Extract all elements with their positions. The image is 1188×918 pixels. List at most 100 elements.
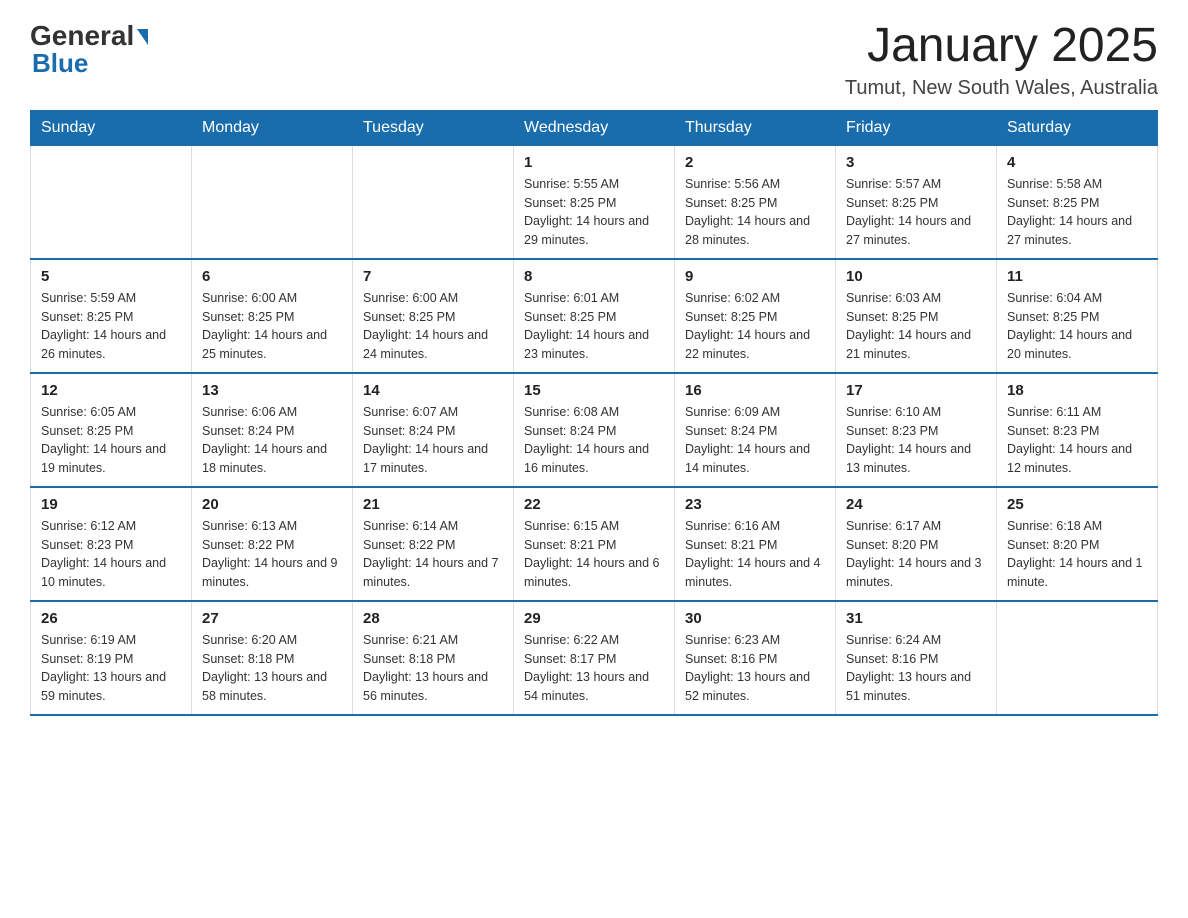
day-info: Sunrise: 6:00 AMSunset: 8:25 PMDaylight:… [363,289,503,364]
calendar-cell: 3 Sunrise: 5:57 AMSunset: 8:25 PMDaylight… [836,145,997,259]
day-info: Sunrise: 5:58 AMSunset: 8:25 PMDaylight:… [1007,175,1147,250]
day-info: Sunrise: 6:14 AMSunset: 8:22 PMDaylight:… [363,517,503,592]
calendar-cell: 28 Sunrise: 6:21 AMSunset: 8:18 PMDayligh… [353,601,514,715]
calendar-table: SundayMondayTuesdayWednesdayThursdayFrid… [30,110,1158,716]
page-header: General Blue January 2025 Tumut, New Sou… [30,20,1158,100]
day-number: 14 [363,382,503,399]
calendar-cell: 31Sunrise: 6:24 AMSunset: 8:16 PMDayligh… [836,601,997,715]
day-info: Sunrise: 6:01 AMSunset: 8:25 PMDaylight:… [524,289,664,364]
calendar-cell: 30 Sunrise: 6:23 AMSunset: 8:16 PMDayligh… [675,601,836,715]
calendar-cell [353,145,514,259]
subtitle: Tumut, New South Wales, Australia [845,77,1158,100]
calendar-cell: 12 Sunrise: 6:05 AMSunset: 8:25 PMDayligh… [31,373,192,487]
day-header-saturday: Saturday [997,110,1158,145]
day-number: 21 [363,496,503,513]
calendar-cell: 15 Sunrise: 6:08 AMSunset: 8:24 PMDayligh… [514,373,675,487]
day-number: 19 [41,496,181,513]
calendar-cell: 18 Sunrise: 6:11 AMSunset: 8:23 PMDayligh… [997,373,1158,487]
day-number: 12 [41,382,181,399]
calendar-cell: 29Sunrise: 6:22 AMSunset: 8:17 PMDayligh… [514,601,675,715]
day-info: Sunrise: 6:12 AMSunset: 8:23 PMDaylight:… [41,517,181,592]
day-header-sunday: Sunday [31,110,192,145]
day-number: 6 [202,268,342,285]
day-number: 22 [524,496,664,513]
day-header-monday: Monday [192,110,353,145]
calendar-cell: 27 Sunrise: 6:20 AMSunset: 8:18 PMDayligh… [192,601,353,715]
day-header-tuesday: Tuesday [353,110,514,145]
day-info: Sunrise: 6:04 AMSunset: 8:25 PMDaylight:… [1007,289,1147,364]
calendar-week-4: 26 Sunrise: 6:19 AMSunset: 8:19 PMDayligh… [31,601,1158,715]
calendar-cell: 4 Sunrise: 5:58 AMSunset: 8:25 PMDaylight… [997,145,1158,259]
calendar-cell [192,145,353,259]
day-number: 15 [524,382,664,399]
day-info: Sunrise: 6:16 AMSunset: 8:21 PMDaylight:… [685,517,825,592]
day-number: 9 [685,268,825,285]
calendar-cell [997,601,1158,715]
calendar-cell: 10Sunrise: 6:03 AMSunset: 8:25 PMDayligh… [836,259,997,373]
calendar-cell: 26 Sunrise: 6:19 AMSunset: 8:19 PMDayligh… [31,601,192,715]
day-number: 7 [363,268,503,285]
day-number: 8 [524,268,664,285]
calendar-cell: 7 Sunrise: 6:00 AMSunset: 8:25 PMDaylight… [353,259,514,373]
day-number: 26 [41,610,181,627]
day-info: Sunrise: 6:02 AMSunset: 8:25 PMDaylight:… [685,289,825,364]
day-info: Sunrise: 6:17 AMSunset: 8:20 PMDaylight:… [846,517,986,592]
calendar-header: SundayMondayTuesdayWednesdayThursdayFrid… [31,110,1158,145]
day-info: Sunrise: 6:00 AMSunset: 8:25 PMDaylight:… [202,289,342,364]
day-number: 1 [524,154,664,171]
day-number: 24 [846,496,986,513]
title-section: January 2025 Tumut, New South Wales, Aus… [845,20,1158,100]
calendar-cell: 8 Sunrise: 6:01 AMSunset: 8:25 PMDaylight… [514,259,675,373]
day-info: Sunrise: 6:23 AMSunset: 8:16 PMDaylight:… [685,631,825,706]
day-number: 25 [1007,496,1147,513]
day-number: 13 [202,382,342,399]
calendar-body: 1 Sunrise: 5:55 AMSunset: 8:25 PMDaylight… [31,145,1158,715]
calendar-week-3: 19 Sunrise: 6:12 AMSunset: 8:23 PMDayligh… [31,487,1158,601]
calendar-cell: 22Sunrise: 6:15 AMSunset: 8:21 PMDayligh… [514,487,675,601]
day-header-wednesday: Wednesday [514,110,675,145]
day-number: 4 [1007,154,1147,171]
calendar-cell: 16Sunrise: 6:09 AMSunset: 8:24 PMDayligh… [675,373,836,487]
day-info: Sunrise: 6:11 AMSunset: 8:23 PMDaylight:… [1007,403,1147,478]
calendar-cell: 19 Sunrise: 6:12 AMSunset: 8:23 PMDayligh… [31,487,192,601]
day-number: 18 [1007,382,1147,399]
calendar-cell: 21 Sunrise: 6:14 AMSunset: 8:22 PMDayligh… [353,487,514,601]
calendar-cell: 5Sunrise: 5:59 AMSunset: 8:25 PMDaylight… [31,259,192,373]
day-number: 27 [202,610,342,627]
calendar-cell [31,145,192,259]
day-number: 20 [202,496,342,513]
logo-triangle-icon [137,29,148,45]
day-info: Sunrise: 6:03 AMSunset: 8:25 PMDaylight:… [846,289,986,364]
calendar-cell: 2Sunrise: 5:56 AMSunset: 8:25 PMDaylight… [675,145,836,259]
day-info: Sunrise: 6:09 AMSunset: 8:24 PMDaylight:… [685,403,825,478]
day-header-row: SundayMondayTuesdayWednesdayThursdayFrid… [31,110,1158,145]
day-info: Sunrise: 6:07 AMSunset: 8:24 PMDaylight:… [363,403,503,478]
day-number: 23 [685,496,825,513]
day-info: Sunrise: 6:21 AMSunset: 8:18 PMDaylight:… [363,631,503,706]
day-number: 3 [846,154,986,171]
calendar-cell: 20 Sunrise: 6:13 AMSunset: 8:22 PMDayligh… [192,487,353,601]
day-number: 5 [41,268,181,285]
day-info: Sunrise: 6:13 AMSunset: 8:22 PMDaylight:… [202,517,342,592]
day-info: Sunrise: 5:57 AMSunset: 8:25 PMDaylight:… [846,175,986,250]
day-number: 11 [1007,268,1147,285]
logo: General Blue [30,20,148,79]
calendar-cell: 17Sunrise: 6:10 AMSunset: 8:23 PMDayligh… [836,373,997,487]
calendar-cell: 9 Sunrise: 6:02 AMSunset: 8:25 PMDaylight… [675,259,836,373]
calendar-cell: 11 Sunrise: 6:04 AMSunset: 8:25 PMDayligh… [997,259,1158,373]
day-header-thursday: Thursday [675,110,836,145]
day-number: 29 [524,610,664,627]
day-info: Sunrise: 6:08 AMSunset: 8:24 PMDaylight:… [524,403,664,478]
day-number: 30 [685,610,825,627]
day-info: Sunrise: 6:06 AMSunset: 8:24 PMDaylight:… [202,403,342,478]
day-info: Sunrise: 5:56 AMSunset: 8:25 PMDaylight:… [685,175,825,250]
day-info: Sunrise: 5:55 AMSunset: 8:25 PMDaylight:… [524,175,664,250]
day-number: 31 [846,610,986,627]
day-info: Sunrise: 6:05 AMSunset: 8:25 PMDaylight:… [41,403,181,478]
logo-blue-text: Blue [32,48,88,79]
day-info: Sunrise: 6:20 AMSunset: 8:18 PMDaylight:… [202,631,342,706]
day-info: Sunrise: 6:19 AMSunset: 8:19 PMDaylight:… [41,631,181,706]
calendar-cell: 6 Sunrise: 6:00 AMSunset: 8:25 PMDaylight… [192,259,353,373]
calendar-cell: 23 Sunrise: 6:16 AMSunset: 8:21 PMDayligh… [675,487,836,601]
day-number: 28 [363,610,503,627]
